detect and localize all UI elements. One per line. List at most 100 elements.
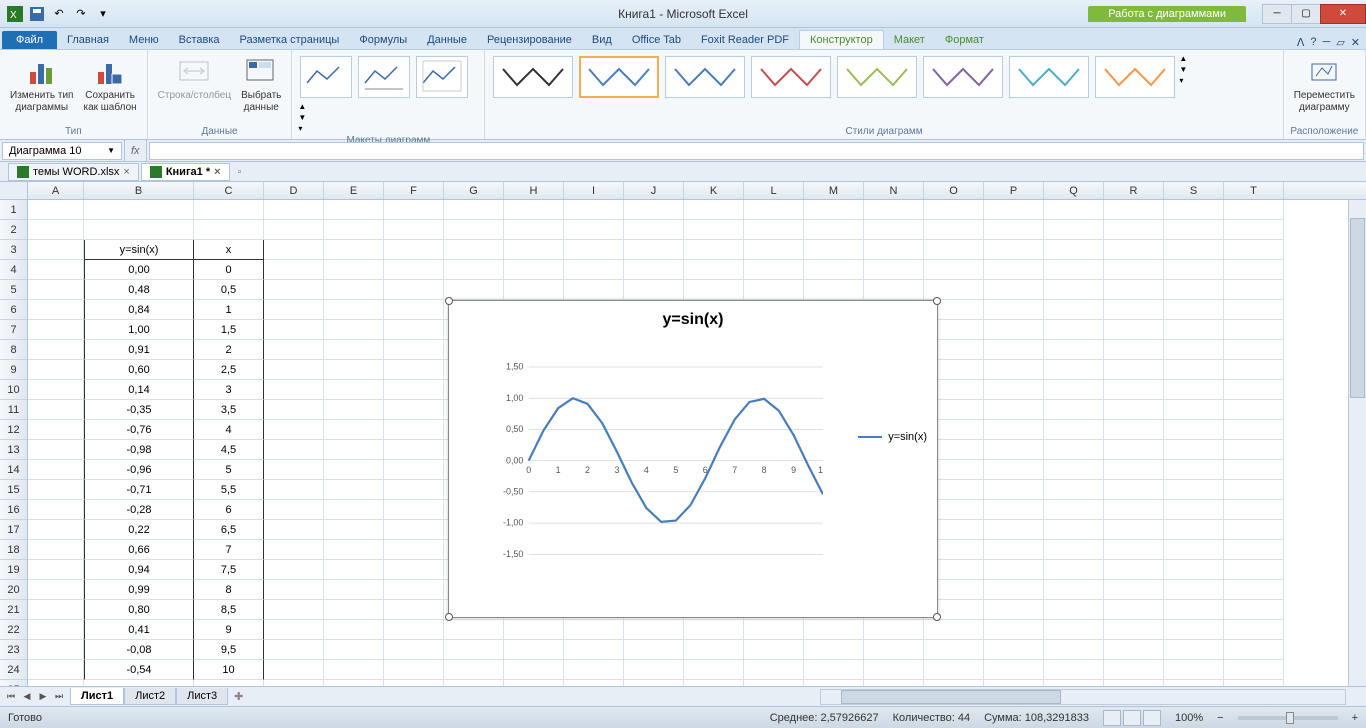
cell[interactable] <box>1044 400 1104 420</box>
cell[interactable] <box>1164 520 1224 540</box>
column-header[interactable]: A <box>28 182 84 199</box>
cell[interactable] <box>1224 500 1284 520</box>
cell[interactable] <box>1224 660 1284 680</box>
cell[interactable] <box>1224 220 1284 240</box>
view-normal-icon[interactable] <box>1103 710 1121 726</box>
cell[interactable] <box>264 380 324 400</box>
cell[interactable] <box>924 660 984 680</box>
cell[interactable] <box>1224 380 1284 400</box>
cell[interactable] <box>264 440 324 460</box>
cell[interactable] <box>28 200 84 220</box>
cell[interactable] <box>1224 520 1284 540</box>
cell[interactable] <box>504 200 564 220</box>
cell[interactable] <box>1224 540 1284 560</box>
cell[interactable] <box>324 600 384 620</box>
chart-layout-2[interactable] <box>358 56 410 98</box>
cell[interactable] <box>28 540 84 560</box>
row-header[interactable]: 17 <box>0 520 27 540</box>
cell[interactable] <box>324 200 384 220</box>
cell[interactable] <box>744 220 804 240</box>
cell[interactable] <box>564 620 624 640</box>
chart-style-2[interactable] <box>579 56 659 98</box>
row-header[interactable]: 16 <box>0 500 27 520</box>
cell[interactable] <box>984 520 1044 540</box>
doc-tab-book1[interactable]: Книга1 * × <box>141 163 230 181</box>
tab-home[interactable]: Главная <box>57 31 119 49</box>
cell[interactable] <box>1104 600 1164 620</box>
column-header[interactable]: T <box>1224 182 1284 199</box>
cell[interactable] <box>1044 580 1104 600</box>
cell[interactable]: 9 <box>194 620 264 640</box>
row-header[interactable]: 20 <box>0 580 27 600</box>
cell[interactable] <box>1224 620 1284 640</box>
cell[interactable] <box>1104 260 1164 280</box>
cell[interactable]: 0,48 <box>84 280 194 300</box>
cell[interactable] <box>864 220 924 240</box>
cell[interactable] <box>1104 660 1164 680</box>
column-header[interactable]: I <box>564 182 624 199</box>
cell[interactable] <box>384 200 444 220</box>
cell[interactable] <box>1164 340 1224 360</box>
cell[interactable]: -0,54 <box>84 660 194 680</box>
cell[interactable]: 2 <box>194 340 264 360</box>
cell[interactable] <box>28 240 84 260</box>
cell[interactable] <box>624 220 684 240</box>
close-tab-icon[interactable]: × <box>214 166 220 178</box>
cell[interactable] <box>1164 400 1224 420</box>
cell[interactable] <box>1164 220 1224 240</box>
cell[interactable]: 8,5 <box>194 600 264 620</box>
cell[interactable] <box>504 640 564 660</box>
cell[interactable] <box>1104 220 1164 240</box>
cell[interactable] <box>1104 440 1164 460</box>
cell[interactable] <box>1044 360 1104 380</box>
cell[interactable] <box>504 240 564 260</box>
cell[interactable] <box>264 500 324 520</box>
cell[interactable] <box>324 500 384 520</box>
cell[interactable] <box>564 240 624 260</box>
row-header[interactable]: 9 <box>0 360 27 380</box>
sheet-nav-next-icon[interactable]: ▶ <box>36 690 50 704</box>
cell[interactable] <box>264 480 324 500</box>
cell[interactable]: 7,5 <box>194 560 264 580</box>
cell[interactable] <box>1104 520 1164 540</box>
cell[interactable] <box>1044 500 1104 520</box>
horizontal-scrollbar[interactable] <box>820 689 1346 705</box>
cell[interactable] <box>624 280 684 300</box>
cell[interactable]: -0,28 <box>84 500 194 520</box>
cell[interactable]: 0,00 <box>84 260 194 280</box>
cell[interactable] <box>1044 540 1104 560</box>
row-header[interactable]: 4 <box>0 260 27 280</box>
cell[interactable] <box>1044 220 1104 240</box>
row-header[interactable]: 10 <box>0 380 27 400</box>
cell[interactable] <box>804 660 864 680</box>
row-header[interactable]: 8 <box>0 340 27 360</box>
cell[interactable] <box>324 380 384 400</box>
minimize-button[interactable]: ─ <box>1262 4 1292 24</box>
undo-icon[interactable]: ↶ <box>50 5 68 23</box>
cell[interactable]: 2,5 <box>194 360 264 380</box>
chart-style-4[interactable] <box>751 56 831 98</box>
cell[interactable] <box>1044 440 1104 460</box>
cell[interactable] <box>1104 400 1164 420</box>
cell[interactable] <box>1044 640 1104 660</box>
vscroll-thumb[interactable] <box>1350 218 1365 398</box>
cell[interactable] <box>684 660 744 680</box>
cell[interactable] <box>924 200 984 220</box>
cell[interactable] <box>1164 380 1224 400</box>
cell[interactable]: x <box>194 240 264 260</box>
doc-tab-word[interactable]: темы WORD.xlsx × <box>8 163 139 181</box>
cell[interactable]: -0,35 <box>84 400 194 420</box>
cell[interactable] <box>1104 340 1164 360</box>
cell[interactable] <box>864 280 924 300</box>
cell[interactable] <box>504 260 564 280</box>
cell[interactable] <box>84 200 194 220</box>
cell[interactable] <box>504 660 564 680</box>
select-all-corner[interactable] <box>0 182 28 199</box>
tab-view[interactable]: Вид <box>582 31 622 49</box>
cell[interactable] <box>264 540 324 560</box>
tab-page-layout[interactable]: Разметка страницы <box>230 31 350 49</box>
cell[interactable] <box>1224 420 1284 440</box>
cell[interactable] <box>624 640 684 660</box>
chart-layout-3[interactable] <box>416 56 468 98</box>
tab-layout[interactable]: Макет <box>884 31 935 49</box>
